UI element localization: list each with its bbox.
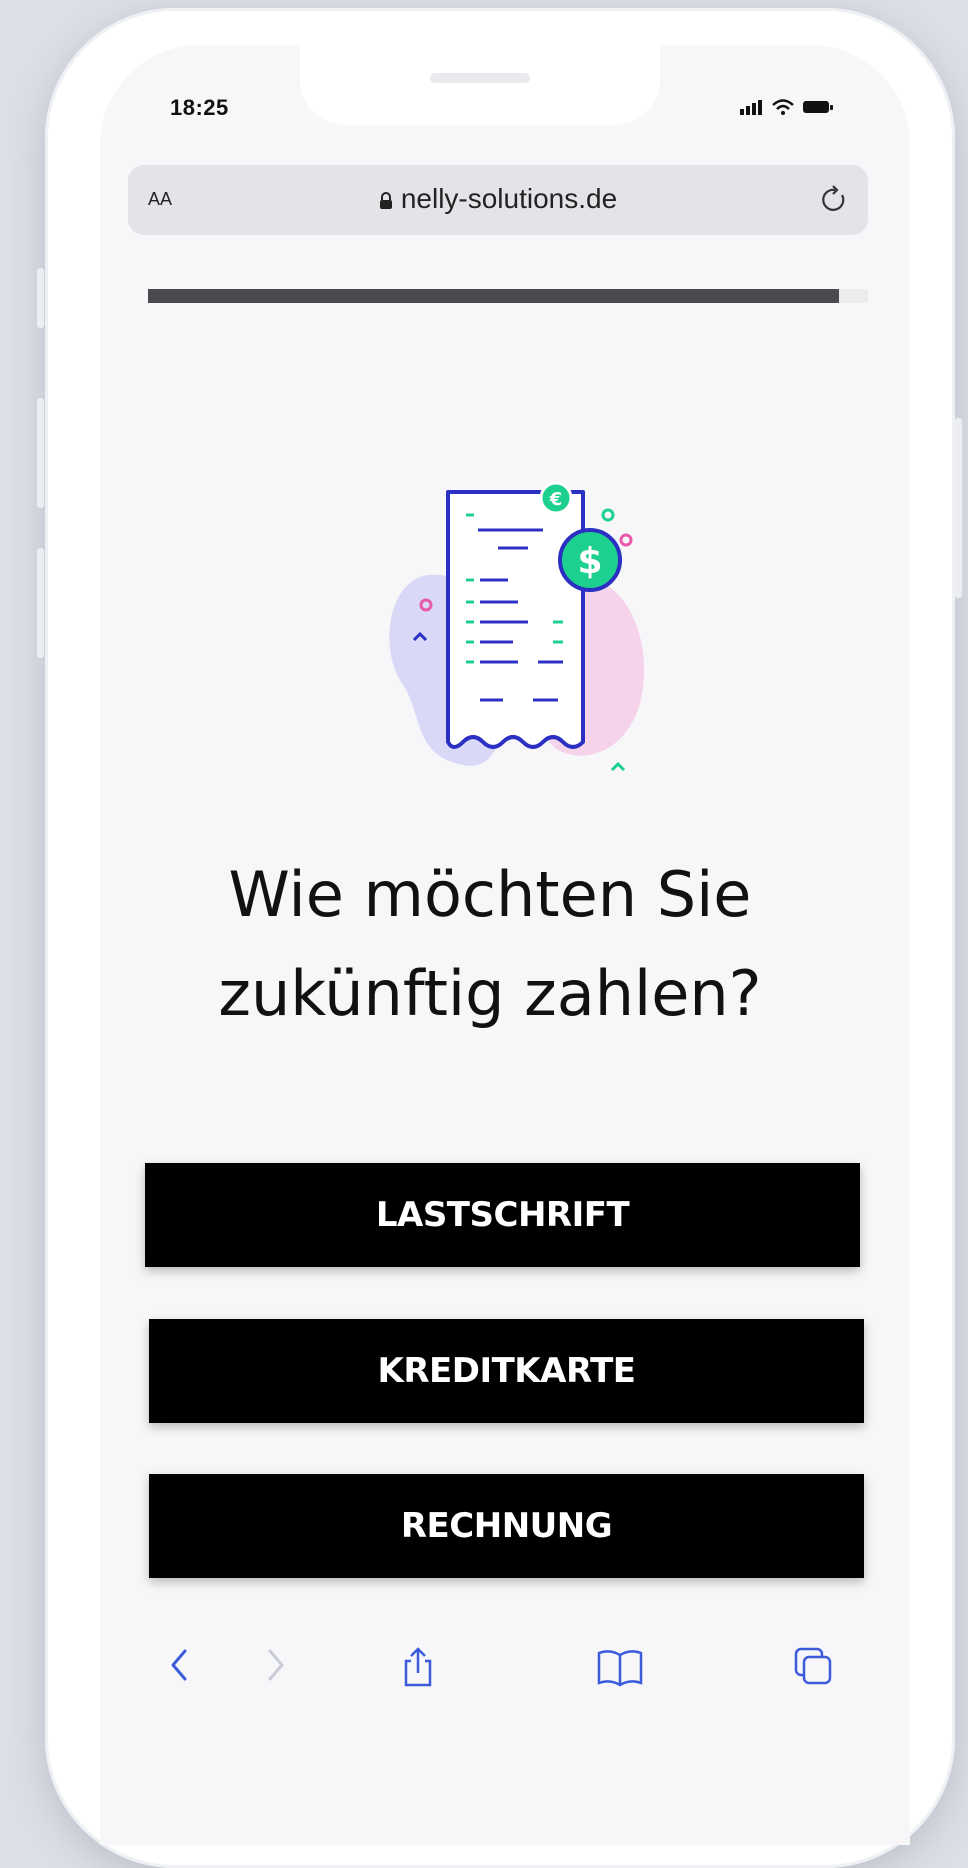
power-button: [955, 418, 962, 598]
mute-switch: [37, 268, 44, 328]
svg-text:$: $: [577, 541, 602, 582]
back-icon[interactable]: [165, 1645, 195, 1685]
receipt-payment-illustration: € $: [389, 481, 645, 772]
share-icon[interactable]: [398, 1645, 438, 1689]
tabs-icon[interactable]: [792, 1645, 836, 1689]
lock-icon: [379, 191, 392, 209]
volume-down-button: [37, 548, 44, 658]
bookmarks-icon[interactable]: [595, 1645, 645, 1689]
question-line-1: Wie möchten Sie: [228, 858, 752, 931]
page-title: Wie möchten Sie zukünftig zahlen?: [120, 845, 860, 1043]
speaker: [430, 73, 530, 83]
option-rechnung-button[interactable]: RECHNUNG: [149, 1474, 864, 1578]
browser-toolbar: [100, 1645, 910, 1725]
svg-text:€: €: [549, 489, 563, 510]
status-icons: [740, 99, 834, 115]
progress-bar-fill: [148, 289, 840, 303]
option-lastschrift-button[interactable]: LASTSCHRIFT: [145, 1163, 860, 1267]
question-line-2: zukünftig zahlen?: [218, 957, 762, 1031]
address-bar[interactable]: AA nelly-solutions.de: [128, 165, 868, 235]
volume-up-button: [37, 398, 44, 508]
reload-icon[interactable]: [820, 183, 850, 215]
signal-icon: [740, 100, 762, 115]
forward-icon[interactable]: [260, 1645, 290, 1685]
wifi-icon: [772, 99, 794, 115]
option-kreditkarte-button[interactable]: KREDITKARTE: [149, 1319, 864, 1423]
url-display[interactable]: nelly-solutions.de: [128, 183, 868, 215]
status-time: 18:25: [170, 95, 229, 120]
progress-bar: [148, 289, 868, 303]
url-text: nelly-solutions.de: [400, 183, 618, 214]
phone-screen: 18:25 AA nelly-solutions.de € $ Wie möch…: [100, 45, 910, 1845]
notch: [300, 45, 660, 125]
battery-icon: [803, 101, 833, 113]
